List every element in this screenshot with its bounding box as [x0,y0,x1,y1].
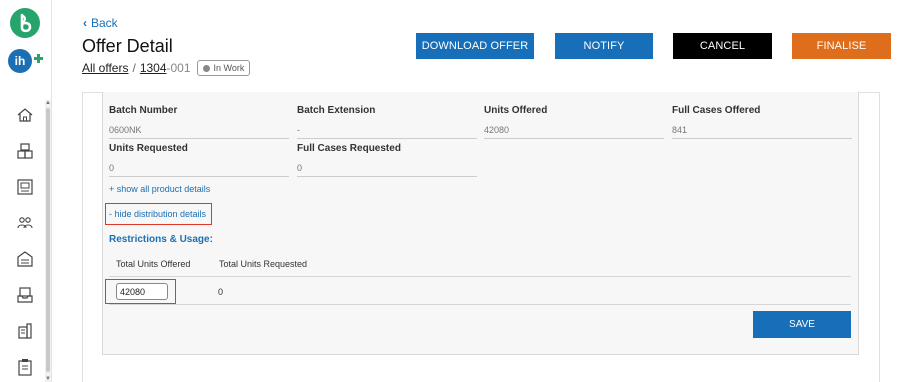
inbox-icon[interactable] [16,286,34,304]
field-label: Batch Extension [297,105,376,116]
home-icon[interactable] [16,106,34,124]
column-header-offered: Total Units Offered [116,259,191,269]
field-value: 0 [109,163,289,177]
boxes-icon[interactable] [16,142,34,160]
total-units-offered-input[interactable] [116,283,168,300]
field-label: Units Offered [484,105,548,116]
breadcrumb-separator: / [132,61,136,75]
restrictions-title: Restrictions & Usage: [109,234,213,245]
breadcrumb-offer-id[interactable]: 1304 [140,61,167,75]
field-full-cases-requested: Full Cases Requested 0 [297,143,477,177]
sidebar: ih ▲ ▼ [0,0,52,382]
table-divider [109,304,851,305]
breadcrumb-offer-suffix: -001 [166,61,191,75]
ih-logo[interactable]: ih [7,48,47,74]
field-label: Units Requested [109,143,188,154]
sidebar-scrollbar[interactable]: ▲ ▼ [45,100,51,382]
page-title: Offer Detail [82,36,173,56]
back-label: Back [91,16,118,30]
breadcrumb-all-offers[interactable]: All offers [82,61,128,75]
field-units-offered: Units Offered 42080 [484,105,664,139]
field-value: - [297,125,477,139]
group-icon[interactable] [16,214,34,232]
building-icon[interactable] [16,322,34,340]
hide-distribution-details-link[interactable]: - hide distribution details [109,209,206,219]
field-value: 42080 [484,125,664,139]
table-divider [109,276,851,277]
field-value: 0 [297,163,477,177]
field-label: Full Cases Requested [297,143,401,154]
total-units-requested-value: 0 [218,287,224,297]
warehouse-icon[interactable] [16,250,34,268]
catalog-icon[interactable] [16,178,34,196]
back-link[interactable]: ‹ Back [83,16,118,30]
chevron-left-icon: ‹ [83,16,87,30]
breadcrumb: All offers / 1304 -001 In Work [82,60,251,76]
download-offer-button[interactable]: DOWNLOAD OFFER [416,33,534,59]
scrollbar-thumb[interactable] [46,108,50,372]
save-button[interactable]: SAVE [753,311,851,338]
cancel-button[interactable]: CANCEL [673,33,772,59]
field-batch-extension: Batch Extension - [297,105,477,139]
finalise-button[interactable]: FINALISE [792,33,891,59]
show-product-details-link[interactable]: + show all product details [109,184,210,194]
svg-text:ih: ih [15,54,26,68]
column-header-requested: Total Units Requested [219,259,308,269]
status-badge: In Work [196,60,251,76]
status-label: In Work [213,63,245,73]
status-dot-icon [202,64,210,72]
clipboard-icon[interactable] [16,358,34,376]
field-value: 841 [672,125,852,139]
field-label: Batch Number [109,105,178,116]
field-units-requested: Units Requested 0 [109,143,289,177]
scroll-down-icon[interactable]: ▼ [45,376,51,382]
field-value: 0600NK [109,125,289,139]
brand-logo[interactable] [10,8,40,38]
scroll-up-icon[interactable]: ▲ [45,100,51,106]
field-full-cases-offered: Full Cases Offered 841 [672,105,852,139]
field-label: Full Cases Offered [672,105,761,116]
field-batch-number: Batch Number 0600NK [109,105,289,139]
notify-button[interactable]: NOTIFY [555,33,653,59]
app-root: ih ▲ ▼ ‹ Back Offer Detail All offers / … [0,0,900,382]
